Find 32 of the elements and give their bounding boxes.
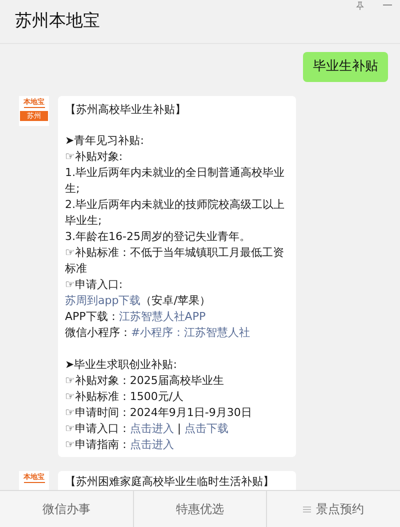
message-line: ☞申请时间：2024年9月1日-9月30日 [65, 405, 253, 421]
message-text: ☞申请入口： [65, 421, 130, 437]
message-line: ☞补贴标准：不低于当年城镇职工月最低工资标准 [65, 245, 285, 277]
menu-tab[interactable]: 微信办事 [0, 491, 133, 527]
message-text: ☞申请指南： [65, 437, 130, 453]
message-title: 【苏州高校毕业生补贴】 [65, 102, 187, 118]
link[interactable]: 点击下载 [184, 421, 229, 437]
link[interactable]: 苏周到app下载 [65, 293, 141, 309]
link[interactable]: 点击进入 [130, 421, 174, 437]
message-line: ☞补贴对象：2025届高校毕业生 [65, 373, 225, 389]
window-title: 苏州本地宝 [15, 10, 100, 33]
message-line: 2.毕业后两年内未就业的技师院校高级工以上毕业生; [65, 197, 286, 229]
menu-tab[interactable]: 特惠优选 [132, 491, 266, 527]
link[interactable]: #小程序：江苏智慧人社 [131, 325, 250, 341]
minimize-icon[interactable] [383, 4, 392, 6]
message-bubble: 毕业生补贴 [303, 52, 388, 82]
message-line: ☞补贴标准：1500元/人 [65, 389, 185, 405]
message-line: ☞补贴对象: [65, 149, 124, 165]
message-line: ➤毕业生求职创业补贴: [65, 357, 178, 373]
pin-icon[interactable] [356, 1, 364, 10]
message-title: 【苏州困难家庭高校毕业生临时生活补贴】 [65, 474, 275, 490]
message-text: 微信小程序： [65, 325, 131, 341]
link[interactable]: 江苏智慧人社APP [118, 309, 206, 325]
message-text: | [176, 421, 182, 437]
message-line: ➤青年见习补贴: [65, 133, 145, 149]
message-line: 3.年龄在16-25周岁的登记失业青年。 [65, 229, 252, 245]
message-text: （安卓/苹果） [140, 293, 210, 309]
menu-tab[interactable]: 景点预约 [266, 491, 400, 527]
link[interactable]: 点击进入 [130, 437, 174, 453]
message-text: APP下载： [65, 309, 119, 325]
message-line: ☞申请入口: [65, 277, 124, 293]
message-line: 1.毕业后两年内未就业的全日制普通高校毕业生; [65, 165, 286, 197]
